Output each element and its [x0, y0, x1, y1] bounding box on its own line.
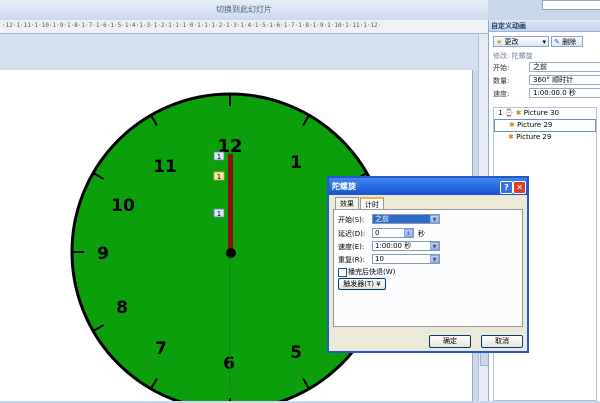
speed-dropdown-arrow-icon[interactable]: ▼ — [430, 242, 439, 250]
speed-label: 速度: — [493, 90, 510, 98]
cancel-button[interactable]: 取消 — [481, 335, 523, 348]
delete-label: 删除 — [562, 38, 577, 46]
dropdown-arrow-icon: ▾ — [542, 38, 546, 46]
start-dropdown-value: 之前 — [375, 215, 389, 223]
panel-top-box — [542, 0, 600, 10]
ok-button[interactable]: 确定 — [429, 335, 471, 348]
timing-tab-panel: 开始(S): 之前 ▼ 延迟(D): 0 ⇕ 秒 速度(E): 1:00:00 … — [333, 209, 523, 327]
start-field-label: 开始(S): — [338, 216, 365, 224]
delay-spinner-icon[interactable]: ⇕ — [404, 229, 413, 237]
star-icon: ★ — [496, 38, 503, 46]
list-item[interactable]: ✱ Picture 29 — [494, 132, 596, 143]
delay-field-label: 延迟(D): — [338, 230, 366, 238]
clock-number-1: 1 — [290, 153, 302, 173]
change-button[interactable]: ★ 更改 ▾ — [493, 36, 549, 47]
speed-select[interactable]: 1:00:00.0 秒 — [529, 88, 600, 98]
start-label: 开始: — [493, 64, 510, 72]
spin-effect-icon: ✱ — [509, 121, 515, 129]
speed-field-label: 速度(E): — [338, 243, 365, 251]
amount-select[interactable]: 360° 顺时针 — [529, 75, 600, 85]
tab-effect[interactable]: 效果 — [335, 197, 359, 209]
clock-number-7: 7 — [155, 339, 167, 359]
list-item-name: Picture 29 — [517, 121, 553, 129]
trigger-button[interactable]: 触发器(T) ¥ — [338, 278, 386, 290]
list-item-selected[interactable]: ✱ Picture 29 — [494, 119, 596, 132]
clock-number-8: 8 — [116, 298, 128, 318]
amount-label: 数量: — [493, 77, 510, 85]
rewind-label: 播完后快退(W) — [348, 268, 396, 276]
spin-effect-icon: ✱ — [508, 133, 514, 141]
spin-dialog: 陀螺旋 ? ✕ 效果 计时 开始(S): 之前 ▼ 延迟(D): 0 ⇕ 秒 速… — [327, 176, 529, 353]
animation-tag-2-text: 1 — [217, 173, 221, 181]
close-icon[interactable]: ✕ — [513, 181, 526, 194]
modify-label: 修改: 陀螺旋 — [493, 52, 533, 60]
change-label: 更改 — [504, 38, 519, 46]
animation-tag-1-text: 1 — [217, 153, 221, 161]
rewind-checkbox[interactable] — [338, 268, 347, 277]
list-item[interactable]: 1 ⌚ ✱ Picture 30 — [494, 108, 596, 119]
horizontal-ruler: ·12·1·11·1·10·1·9·1·8·1·7·1·6·1·5·1·4·1·… — [0, 20, 488, 34]
repeat-field-label: 重复(R): — [338, 256, 365, 264]
list-item-number: 1 — [498, 109, 503, 117]
panel-title: 自定义动画 — [489, 20, 600, 32]
help-icon[interactable]: ? — [500, 181, 513, 194]
clock-number-11: 11 — [153, 157, 177, 177]
start-dropdown-arrow-icon[interactable]: ▼ — [430, 215, 439, 223]
list-item-name: Picture 29 — [516, 133, 552, 141]
ruler-ticks: ·12·1·11·1·10·1·9·1·8·1·7·1·6·1·5·1·4·1·… — [2, 22, 382, 29]
clock-number-9: 9 — [97, 244, 109, 264]
repeat-dropdown-arrow-icon[interactable]: ▼ — [430, 255, 439, 263]
delay-unit: 秒 — [418, 230, 425, 238]
spin-effect-icon: ✱ — [515, 109, 522, 117]
slide-title-bar: 切换到此幻灯片 — [0, 0, 488, 21]
clock-number-5: 5 — [290, 343, 302, 363]
animation-tag-3-text: 1 — [217, 210, 221, 218]
tab-timing[interactable]: 计时 — [360, 197, 384, 209]
dialog-title: 陀螺旋 — [329, 178, 527, 195]
clock-number-6: 6 — [223, 354, 235, 374]
clock-hand[interactable] — [228, 154, 233, 254]
delete-icon: ✎ — [554, 38, 560, 46]
list-item-name: Picture 30 — [523, 109, 559, 117]
workspace-strip — [0, 34, 478, 70]
slide-title: 切换到此幻灯片 — [216, 5, 272, 14]
delete-button[interactable]: ✎ 删除 — [551, 36, 583, 47]
clock-number-10: 10 — [111, 196, 135, 216]
mouse-icon: ⌚ — [504, 109, 514, 117]
clock-center — [226, 248, 236, 258]
start-select[interactable]: 之前 — [529, 62, 600, 72]
